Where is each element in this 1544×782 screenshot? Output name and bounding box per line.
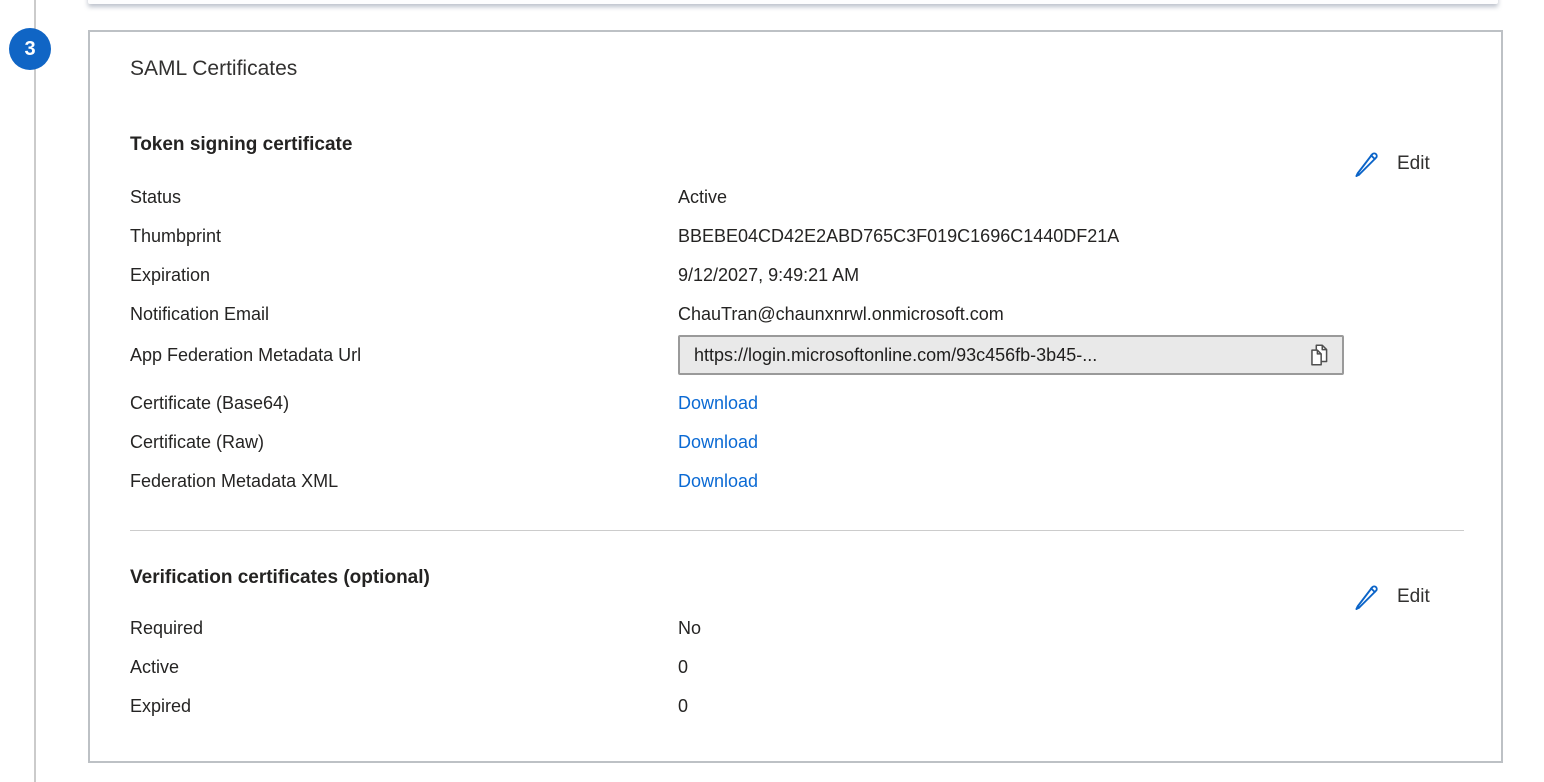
row-label: Certificate (Base64) <box>130 390 678 416</box>
row-label: Expiration <box>130 262 678 288</box>
status-row: Status Active <box>130 184 1470 210</box>
section-divider <box>130 530 1464 531</box>
expired-row: Expired 0 <box>130 693 1470 719</box>
row-value: 9/12/2027, 9:49:21 AM <box>678 262 859 288</box>
pencil-icon <box>1352 149 1382 179</box>
federation-metadata-xml-row: Federation Metadata XML Download <box>130 468 1470 494</box>
pencil-icon <box>1352 582 1382 612</box>
app-federation-metadata-url-field[interactable]: https://login.microsoftonline.com/93c456… <box>678 335 1344 375</box>
row-value: Active <box>678 184 727 210</box>
row-value: 0 <box>678 654 688 680</box>
row-value: ChauTran@chaunxnrwl.onmicrosoft.com <box>678 301 1004 327</box>
row-label: App Federation Metadata Url <box>130 342 678 368</box>
row-value: BBEBE04CD42E2ABD765C3F019C1696C1440DF21A <box>678 223 1119 249</box>
download-federation-metadata-xml-link[interactable]: Download <box>678 468 758 494</box>
copy-url-button[interactable] <box>1304 341 1334 369</box>
active-row: Active 0 <box>130 654 1470 680</box>
saml-certificates-card: SAML Certificates Token signing certific… <box>88 30 1503 763</box>
row-label: Required <box>130 615 678 641</box>
edit-label: Edit <box>1397 153 1430 175</box>
row-label: Status <box>130 184 678 210</box>
saml-sso-page: 3 SAML Certificates Token signing certif… <box>0 0 1544 782</box>
certificate-raw-row: Certificate (Raw) Download <box>130 429 1470 455</box>
thumbprint-row: Thumbprint BBEBE04CD42E2ABD765C3F019C169… <box>130 223 1470 249</box>
row-label: Expired <box>130 693 678 719</box>
step-number: 3 <box>24 38 35 61</box>
notification-email-row: Notification Email ChauTran@chaunxnrwl.o… <box>130 301 1470 327</box>
row-label: Notification Email <box>130 301 678 327</box>
certificate-base64-row: Certificate (Base64) Download <box>130 390 1470 416</box>
row-value: 0 <box>678 693 688 719</box>
edit-label: Edit <box>1397 586 1430 608</box>
edit-token-signing-button[interactable]: Edit <box>1352 149 1430 179</box>
card-title: SAML Certificates <box>130 57 297 81</box>
verification-certificates-heading: Verification certificates (optional) <box>130 567 430 589</box>
row-label: Active <box>130 654 678 680</box>
step-3-badge: 3 <box>9 28 51 70</box>
edit-verification-certificates-button[interactable]: Edit <box>1352 582 1430 612</box>
app-federation-metadata-url-row: App Federation Metadata Url https://logi… <box>130 335 1470 375</box>
token-signing-heading: Token signing certificate <box>130 134 352 156</box>
row-value: No <box>678 615 701 641</box>
copy-icon <box>1306 341 1332 369</box>
previous-card-bottom-edge <box>88 0 1498 4</box>
expiration-row: Expiration 9/12/2027, 9:49:21 AM <box>130 262 1470 288</box>
row-label: Federation Metadata XML <box>130 468 678 494</box>
row-label: Certificate (Raw) <box>130 429 678 455</box>
url-value: https://login.microsoftonline.com/93c456… <box>694 342 1304 368</box>
download-certificate-raw-link[interactable]: Download <box>678 429 758 455</box>
download-certificate-base64-link[interactable]: Download <box>678 390 758 416</box>
step-timeline-line <box>34 0 36 782</box>
row-label: Thumbprint <box>130 223 678 249</box>
required-row: Required No <box>130 615 1470 641</box>
